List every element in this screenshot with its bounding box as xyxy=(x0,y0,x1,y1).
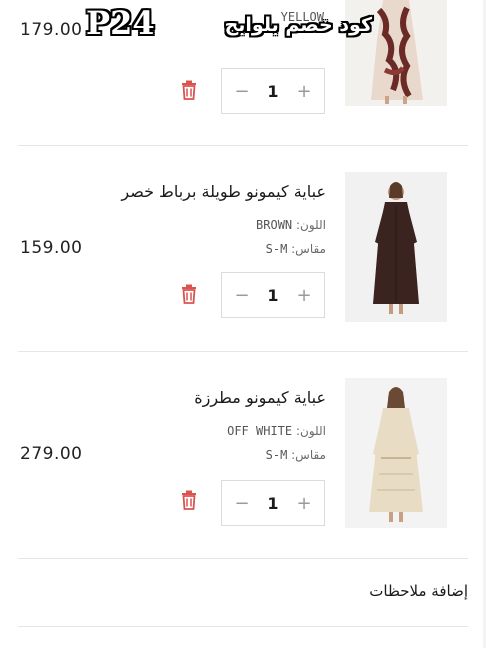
decrement-button[interactable]: − xyxy=(234,493,250,514)
item-size-value: S-M xyxy=(265,242,288,256)
cart-list: 179.00 YELLOW − 1 + عباية كيمونو طويلة ب… xyxy=(0,0,486,648)
quantity-value: 1 xyxy=(267,81,279,101)
promo-code: P24 xyxy=(86,4,155,42)
trash-icon[interactable] xyxy=(180,284,198,304)
decrement-button[interactable]: − xyxy=(234,285,250,306)
trash-icon[interactable] xyxy=(180,80,198,100)
trash-icon[interactable] xyxy=(180,490,198,510)
item-price: 179.00 xyxy=(20,20,83,40)
item-color-label: اللون: xyxy=(295,424,326,438)
item-image[interactable] xyxy=(345,172,447,322)
item-price: 279.00 xyxy=(20,444,83,464)
item-size-label: مقاس: xyxy=(291,448,326,462)
item-price: 159.00 xyxy=(20,238,83,258)
divider xyxy=(18,626,468,627)
decrement-button[interactable]: − xyxy=(234,81,250,102)
quantity-stepper: − 1 + xyxy=(221,68,325,114)
item-size-value: S-M xyxy=(265,448,288,462)
item-color: اللون: OFF WHITE xyxy=(227,424,326,438)
item-color-value: BROWN xyxy=(256,218,293,232)
item-size: مقاس: S-M xyxy=(266,242,326,256)
cart-item: عباية كيمونو طويلة برباط خصر اللون: BROW… xyxy=(0,146,486,351)
item-color: اللون: BROWN xyxy=(256,218,326,232)
increment-button[interactable]: + xyxy=(296,81,312,102)
increment-button[interactable]: + xyxy=(296,285,312,306)
item-title[interactable]: عباية كيمونو مطرزة xyxy=(194,388,326,407)
promo-caption: كود خصم بلوابج xyxy=(224,14,372,36)
item-size: مقاس: S-M xyxy=(266,448,326,462)
quantity-stepper: − 1 + xyxy=(221,272,325,318)
increment-button[interactable]: + xyxy=(296,493,312,514)
item-color-value: OFF WHITE xyxy=(227,424,293,438)
item-color-label: اللون: xyxy=(295,218,326,232)
item-size-label: مقاس: xyxy=(291,242,326,256)
offwhite-abaya-photo-icon xyxy=(345,378,447,528)
item-title[interactable]: عباية كيمونو طويلة برباط خصر xyxy=(121,182,326,201)
promo-overlay: P24 كود خصم بلوابج xyxy=(86,4,376,60)
brown-abaya-photo-icon xyxy=(345,172,447,322)
quantity-value: 1 xyxy=(267,285,279,305)
quantity-value: 1 xyxy=(267,493,279,513)
cart-item: عباية كيمونو مطرزة اللون: OFF WHITE مقاس… xyxy=(0,352,486,557)
item-image[interactable] xyxy=(345,378,447,528)
divider xyxy=(18,558,468,559)
quantity-stepper: − 1 + xyxy=(221,480,325,526)
add-notes-link[interactable]: إضافة ملاحظات xyxy=(369,582,468,600)
